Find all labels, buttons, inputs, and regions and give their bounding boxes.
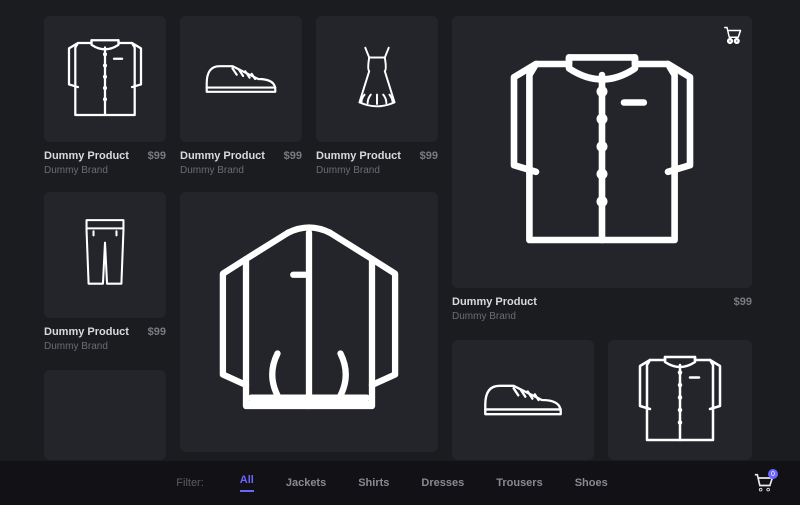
- product-meta: Dummy Product Dummy Brand $99: [316, 150, 438, 176]
- cart-badge: 0: [768, 469, 778, 479]
- trousers-icon: [64, 209, 146, 301]
- product-meta: Dummy Product Dummy Brand $99: [180, 150, 302, 176]
- product-meta: Dummy Product Dummy Brand $99: [44, 150, 166, 176]
- product-name: Dummy Product: [44, 326, 129, 338]
- product-brand: Dummy Brand: [452, 311, 537, 322]
- product-grid: Dummy Product Dummy Brand $99 Dummy Prod…: [0, 0, 800, 461]
- product-card[interactable]: [452, 340, 594, 460]
- filter-tab-jackets[interactable]: Jackets: [286, 477, 326, 489]
- shirt-icon: [492, 42, 712, 262]
- product-brand: Dummy Brand: [44, 165, 129, 176]
- filter-label: Filter:: [176, 477, 204, 489]
- filter-tab-all[interactable]: All: [240, 474, 254, 492]
- shoe-icon: [196, 49, 286, 109]
- product-meta: Dummy Product Dummy Brand $99: [452, 296, 752, 322]
- cart-button[interactable]: 0: [754, 473, 774, 493]
- product-card[interactable]: [44, 16, 166, 142]
- product-meta: Dummy Product Dummy Brand $99: [44, 326, 166, 352]
- product-card[interactable]: [608, 340, 752, 460]
- product-card[interactable]: [44, 370, 166, 460]
- filter-bar: Filter: All Jackets Shirts Dresses Trous…: [0, 461, 800, 505]
- product-name: Dummy Product: [180, 150, 265, 162]
- filter-tab-shoes[interactable]: Shoes: [575, 477, 608, 489]
- product-card[interactable]: [44, 192, 166, 318]
- product-price: $99: [148, 150, 166, 162]
- shirt-icon: [630, 350, 730, 450]
- product-card-large[interactable]: [180, 192, 438, 452]
- product-price: $99: [420, 150, 438, 162]
- filter-tab-dresses[interactable]: Dresses: [421, 477, 464, 489]
- product-brand: Dummy Brand: [180, 165, 265, 176]
- shirt-icon: [60, 34, 150, 124]
- product-name: Dummy Product: [316, 150, 401, 162]
- product-brand: Dummy Brand: [44, 341, 129, 352]
- product-price: $99: [284, 150, 302, 162]
- shoe-icon: [473, 367, 573, 433]
- product-card[interactable]: [316, 16, 438, 142]
- product-name: Dummy Product: [452, 296, 537, 308]
- product-price: $99: [734, 296, 752, 308]
- filter-tab-trousers[interactable]: Trousers: [496, 477, 542, 489]
- product-name: Dummy Product: [44, 150, 129, 162]
- product-brand: Dummy Brand: [316, 165, 401, 176]
- add-to-cart-icon[interactable]: [724, 26, 742, 44]
- product-card-large[interactable]: [452, 16, 752, 288]
- jacket-icon: [204, 217, 414, 427]
- filter-tab-shirts[interactable]: Shirts: [358, 477, 389, 489]
- product-card[interactable]: [180, 16, 302, 142]
- product-price: $99: [148, 326, 166, 338]
- dress-icon: [338, 33, 416, 125]
